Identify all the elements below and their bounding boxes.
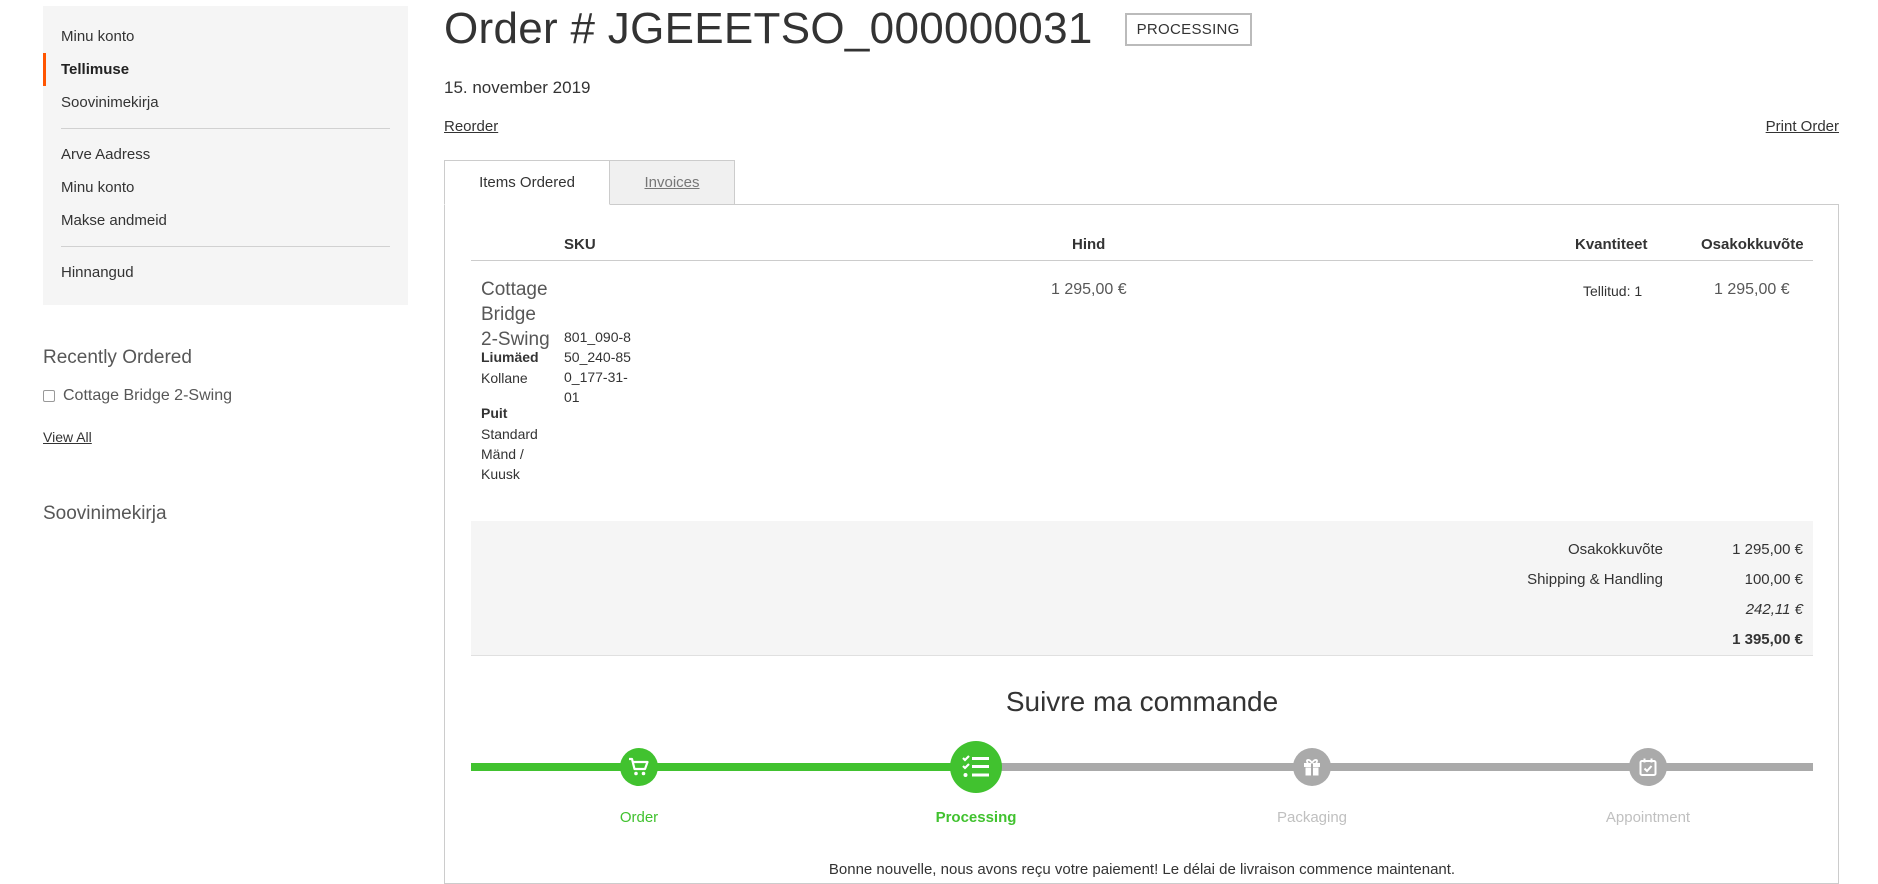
item-qty: Tellitud: 1 [1583,283,1643,299]
gift-icon [1293,748,1331,787]
nav-item-account-info[interactable]: Minu konto [43,171,408,204]
item-price: 1 295,00 € [1051,281,1127,298]
order-actions: Reorder Print Order [444,118,1839,138]
order-date: 15. november 2019 [444,78,591,97]
tracking-step-label: Packaging [1276,809,1348,827]
option-value: Kollane [481,370,528,386]
header-qty: Kvantiteet [1575,236,1648,253]
calendar-check-icon [1629,748,1667,787]
tracking-step-packaging: Packaging [1232,741,1392,826]
view-all-link[interactable]: View All [43,429,92,445]
tracking-message: Bonne nouvelle, nous avons reçu votre pa… [828,861,1456,879]
tracking-step-label: Appointment [1605,809,1691,827]
header-subtotal: Osakokkuvõte [1701,236,1804,253]
header-sku: SKU [564,236,596,253]
items-ordered-panel: SKU Hind Kvantiteet Osakokkuvõte Cottage… [444,204,1839,884]
tracking-step-label: Processing [935,809,1017,827]
status-badge: PROCESSING [1124,12,1252,46]
nav-divider [61,128,390,129]
tab-items-ordered[interactable]: Items Ordered [444,160,610,205]
nav-item-wishlist[interactable]: Soovinimekirja [43,86,408,119]
totals-subtotal-value: 1 295,00 € [1732,541,1803,558]
items-table-header: SKU Hind Kvantiteet Osakokkuvõte [471,205,1813,261]
totals-shipping-value: 100,00 € [1744,571,1803,588]
option-label: Liumäed [481,349,539,365]
totals-shipping: Shipping & Handling 100,00 € [1403,571,1803,591]
nav-divider [61,246,390,247]
item-sku: 801_090-850_240-850_177-31-01 [564,329,631,405]
recently-ordered-item: Cottage Bridge 2-Swing [43,387,408,405]
tracking-progress: Order Processing Packaging Appointment [471,741,1813,861]
order-main: Order # JGEEETSO_000000031 PROCESSING 15… [444,0,1839,884]
account-nav: Minu konto Tellimuse Soovinimekirja Arve… [43,6,408,305]
reorder-link[interactable]: Reorder [444,118,498,135]
item-name: Cottage Bridge 2-Swing [481,279,550,350]
totals-subtotal: Osakokkuvõte 1 295,00 € [1403,541,1803,561]
nav-item-my-account[interactable]: Minu konto [43,20,408,53]
totals-grand: 1 395,00 € [1403,631,1803,651]
option-label: Puit [481,405,508,421]
totals-subtotal-label: Osakokkuvõte [1567,541,1663,558]
nav-item-reviews[interactable]: Hinnangud [43,256,408,289]
totals-shipping-label: Shipping & Handling [1527,571,1663,588]
page-title: Order # JGEEETSO_000000031 [444,4,1093,53]
tracking-step-appointment: Appointment [1568,741,1728,826]
header-price: Hind [1072,236,1106,253]
cart-icon [620,748,658,787]
wishlist-title: Soovinimekirja [43,503,167,524]
order-view-page: Minu konto Tellimuse Soovinimekirja Arve… [0,0,1878,884]
account-sidebar: Minu konto Tellimuse Soovinimekirja Arve… [43,6,408,525]
recently-ordered-item-name[interactable]: Cottage Bridge 2-Swing [63,387,232,405]
order-tabs: Items Ordered Invoices [444,160,1839,205]
print-order-link[interactable]: Print Order [1766,118,1839,135]
item-subtotal: 1 295,00 € [1714,281,1790,298]
nav-item-payment-methods[interactable]: Makse andmeid [43,204,408,237]
tracking-step-order: Order [559,741,719,826]
order-totals: Osakokkuvõte 1 295,00 € Shipping & Handl… [471,521,1813,656]
tracking-step-label: Order [619,809,659,827]
tab-invoices[interactable]: Invoices [609,160,735,205]
nav-item-orders[interactable]: Tellimuse [43,53,408,86]
totals-grand-value: 1 395,00 € [1732,631,1803,648]
tracking-title: Suivre ma commande [1005,686,1279,717]
tracking-step-processing: Processing [896,741,1056,826]
option-value: Standard Mänd / Kuusk [481,426,538,482]
order-title-row: Order # JGEEETSO_000000031 PROCESSING [444,0,1839,58]
totals-tax-value: 242,11 € [1745,601,1803,618]
recently-ordered-title: Recently Ordered [43,347,192,368]
recently-ordered-checkbox[interactable] [43,390,55,402]
table-row: Cottage Bridge 2-Swing Liumäed Kollane P… [471,261,1813,521]
nav-item-billing-address[interactable]: Arve Aadress [43,138,408,171]
totals-tax: 242,11 € [1403,601,1803,621]
checklist-icon [950,741,1002,794]
